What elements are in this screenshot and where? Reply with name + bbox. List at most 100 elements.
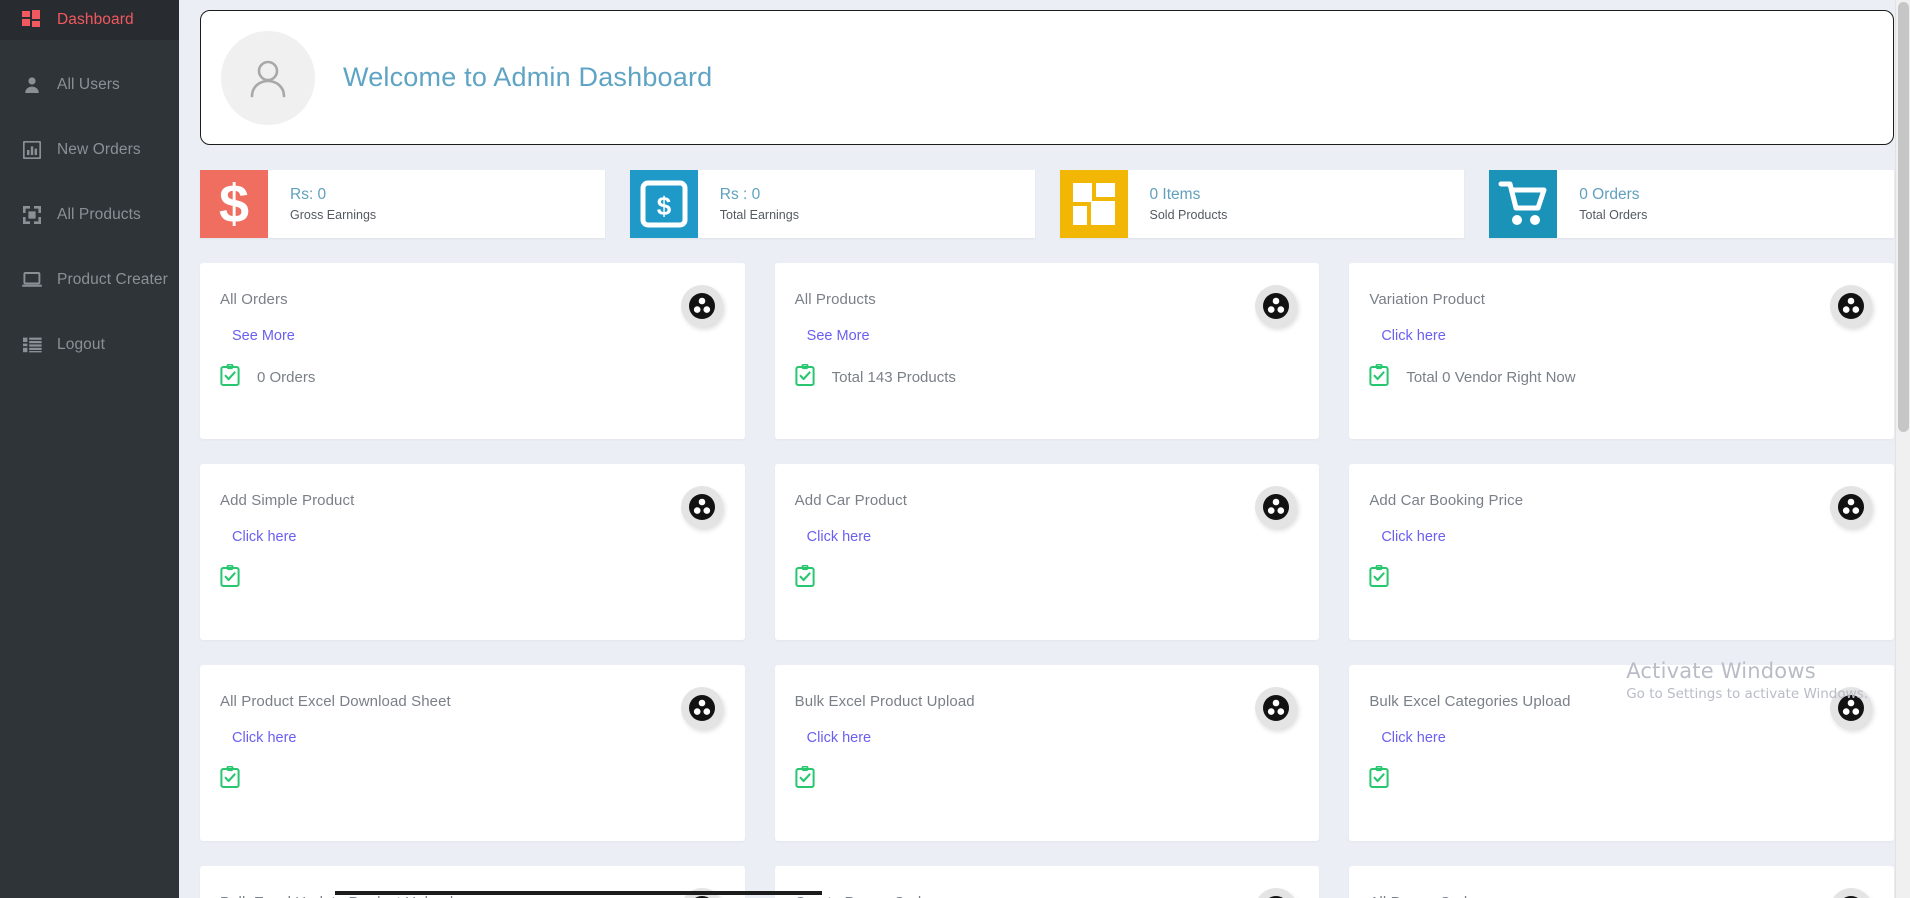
svg-text:$: $ [657, 191, 672, 221]
sidebar-item-label: Dashboard [57, 11, 134, 29]
action-cards-grid: All OrdersSee More0 OrdersAll ProductsSe… [200, 263, 1894, 898]
page-title: Welcome to Admin Dashboard [343, 62, 712, 93]
sidebar-item-label: Logout [57, 336, 105, 354]
action-card-link[interactable]: See More [232, 328, 295, 344]
stat-card[interactable]: $ Rs : 0 Total Earnings [630, 170, 1035, 238]
avatar [221, 31, 315, 125]
vertical-scrollbar-thumb[interactable] [1898, 2, 1909, 432]
welcome-banner: Welcome to Admin Dashboard [200, 10, 1894, 145]
action-card-title: Bulk Excel Categories Upload [1369, 693, 1872, 710]
clipboard-check-icon [1369, 364, 1389, 391]
horizontal-scrollbar-thumb[interactable] [335, 891, 822, 895]
stat-text: Rs : 0 Total Earnings [698, 170, 799, 238]
sidebar-item-product-creater[interactable]: Product Creater [0, 260, 179, 300]
sidebar-item-dashboard[interactable]: Dashboard [0, 0, 179, 40]
money-square-icon: $ [630, 170, 698, 238]
stat-label: Gross Earnings [290, 208, 376, 222]
three-dots-circle-icon[interactable] [1255, 687, 1297, 729]
action-card-footer: Total 0 Vendor Right Now [1369, 364, 1872, 391]
grid-dashboard-icon [22, 10, 42, 30]
shopping-cart-icon [1489, 170, 1557, 238]
sidebar-item-label: All Products [57, 206, 141, 224]
action-card: Add Car Booking Price Click here [1349, 464, 1894, 640]
vertical-scrollbar[interactable] [1895, 0, 1910, 898]
stat-card[interactable]: 0 Items Sold Products [1060, 170, 1465, 238]
sidebar-item-all-products[interactable]: All Products [0, 195, 179, 235]
action-card-link[interactable]: See More [807, 328, 870, 344]
three-dots-circle-icon[interactable] [1830, 687, 1872, 729]
clipboard-check-icon [220, 565, 240, 592]
action-card-footer: Total 143 Products [795, 364, 1298, 391]
sidebar-item-label: Product Creater [57, 271, 168, 289]
stat-text: 0 Items Sold Products [1128, 170, 1228, 238]
stat-label: Total Earnings [720, 208, 799, 222]
action-card-title: Add Car Booking Price [1369, 492, 1872, 509]
action-card-footer [1369, 565, 1872, 592]
action-card-link[interactable]: Click here [807, 730, 871, 746]
dashboard-app: Dashboard All Users New Orders All Products… [0, 0, 1910, 898]
expand-arrows-icon [22, 205, 42, 225]
action-card-title: Bulk Excel Product Upload [795, 693, 1298, 710]
action-card-title: All Products [795, 291, 1298, 308]
dollar-sign-icon: $ [200, 170, 268, 238]
bar-chart-icon [22, 140, 42, 160]
action-card-title: Variation Product [1369, 291, 1872, 308]
action-card: Add Simple Product Click here [200, 464, 745, 640]
action-card-footer [220, 565, 723, 592]
action-card: Bulk Excel Categories Upload Click here [1349, 665, 1894, 841]
main-content: Welcome to Admin Dashboard $ Rs: 0 Gross E… [179, 0, 1910, 898]
action-card-link[interactable]: Click here [1381, 730, 1445, 746]
clipboard-check-icon [1369, 565, 1389, 592]
clipboard-check-icon [795, 766, 815, 793]
svg-text:$: $ [219, 178, 249, 230]
action-card-footer-text: 0 Orders [257, 369, 315, 386]
sidebar-item-all-users[interactable]: All Users [0, 65, 179, 105]
stats-row: $ Rs: 0 Gross Earnings $ Rs : 0 Total Earning… [200, 170, 1894, 238]
three-dots-circle-icon[interactable] [1830, 486, 1872, 528]
action-card: Variation Product Click here Total 0 Vendo… [1349, 263, 1894, 439]
three-dots-circle-icon[interactable] [681, 486, 723, 528]
stat-value: Rs: 0 [290, 186, 376, 204]
three-dots-circle-icon[interactable] [1255, 486, 1297, 528]
three-dots-circle-icon[interactable] [1830, 285, 1872, 327]
three-dots-circle-icon[interactable] [681, 687, 723, 729]
horizontal-scrollbar[interactable] [179, 891, 1895, 898]
action-card-footer [795, 565, 1298, 592]
action-card: Bulk Excel Product Upload Click here [775, 665, 1320, 841]
three-dots-circle-icon[interactable] [681, 285, 723, 327]
list-icon [22, 335, 42, 355]
stat-card[interactable]: $ Rs: 0 Gross Earnings [200, 170, 605, 238]
action-card-footer: 0 Orders [220, 364, 723, 391]
user-avatar-icon [241, 51, 295, 105]
action-card-link[interactable]: Click here [1381, 328, 1445, 344]
action-card-link[interactable]: Click here [807, 529, 871, 545]
action-card-footer-text: Total 143 Products [832, 369, 956, 386]
stat-text: Rs: 0 Gross Earnings [268, 170, 376, 238]
clipboard-check-icon [1369, 766, 1389, 793]
grid-blocks-icon [1060, 170, 1128, 238]
clipboard-check-icon [795, 565, 815, 592]
action-card-footer [795, 766, 1298, 793]
sidebar-item-label: New Orders [57, 141, 141, 159]
sidebar-item-logout[interactable]: Logout [0, 325, 179, 365]
action-card-link[interactable]: Click here [1381, 529, 1445, 545]
stat-card[interactable]: 0 Orders Total Orders [1489, 170, 1894, 238]
action-card-footer [220, 766, 723, 793]
action-card: All Product Excel Download Sheet Click he… [200, 665, 745, 841]
action-card-link[interactable]: Click here [232, 529, 296, 545]
stat-label: Total Orders [1579, 208, 1647, 222]
action-card-title: All Product Excel Download Sheet [220, 693, 723, 710]
clipboard-check-icon [220, 766, 240, 793]
sidebar-item-new-orders[interactable]: New Orders [0, 130, 179, 170]
stat-value: 0 Items [1150, 186, 1228, 204]
stat-value: 0 Orders [1579, 186, 1647, 204]
clipboard-check-icon [795, 364, 815, 391]
stat-value: Rs : 0 [720, 186, 799, 204]
stat-label: Sold Products [1150, 208, 1228, 222]
sidebar-item-label: All Users [57, 76, 120, 94]
action-card-link[interactable]: Click here [232, 730, 296, 746]
sidebar: Dashboard All Users New Orders All Products… [0, 0, 179, 898]
person-icon [22, 75, 42, 95]
action-card-title: Add Simple Product [220, 492, 723, 509]
three-dots-circle-icon[interactable] [1255, 285, 1297, 327]
